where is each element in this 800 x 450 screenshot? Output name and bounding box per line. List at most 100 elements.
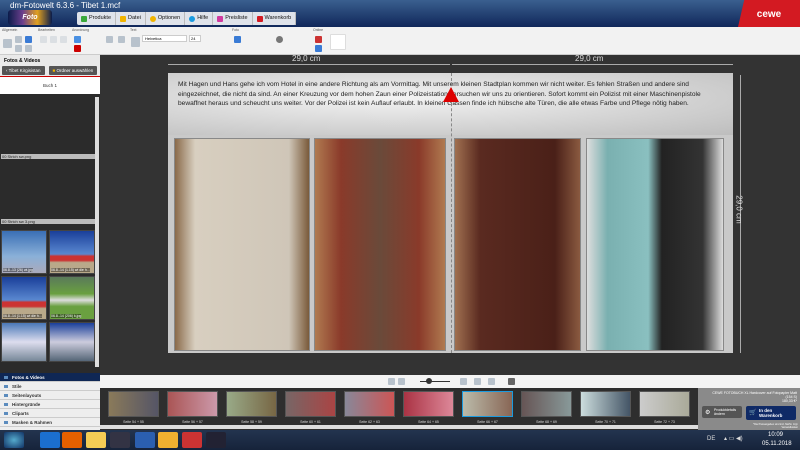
menu-warenkorb[interactable]: Warenkorb <box>253 12 297 25</box>
text-icon[interactable] <box>131 37 140 47</box>
select-icon[interactable] <box>74 36 81 43</box>
left-panel: Fotos & Videos ‹ Tibet Kirgisistan ■ Ord… <box>0 55 100 375</box>
page-thumbnail-label: Seite 54 + 55 <box>123 420 144 424</box>
layout-icon[interactable] <box>3 39 12 48</box>
firefox-icon[interactable] <box>62 432 82 448</box>
add-to-cart-button[interactable]: 🛒 In den Warenkorb <box>746 406 796 420</box>
choose-folder-button[interactable]: ■ Ordner auswählen <box>48 66 98 75</box>
page-thumbnail-label: Seite 62 + 63 <box>359 420 380 424</box>
page-thumbnail[interactable] <box>226 391 277 417</box>
share-icon[interactable] <box>315 45 322 52</box>
file-item[interactable]: 00 Strich sw.png <box>1 154 95 159</box>
cart-label: In den Warenkorb <box>759 408 783 418</box>
nav-seitenlayouts[interactable]: Seitenlayouts <box>0 391 100 400</box>
font-size-select[interactable]: 24 <box>189 35 201 42</box>
page-thumbnail[interactable] <box>580 391 631 417</box>
explorer-icon[interactable] <box>86 432 106 448</box>
online-icon[interactable] <box>315 36 322 43</box>
zoom-slider[interactable] <box>420 381 450 382</box>
nav-stile[interactable]: Stile <box>0 382 100 391</box>
photo-thumb[interactable]: 06.8.-13 (26) wi.jpg <box>1 230 47 274</box>
menu-preisliste[interactable]: Preisliste <box>213 12 253 25</box>
zoom-handle[interactable] <box>426 378 432 384</box>
door-photo-1[interactable] <box>174 138 310 351</box>
ruler-top-left: 29,0 cm <box>292 54 321 63</box>
photo-thumb[interactable]: 06.8.-14 (206) k.jpg <box>49 276 95 320</box>
circle-icon[interactable] <box>276 36 283 43</box>
image-icon[interactable] <box>25 36 32 43</box>
fit-icon[interactable] <box>474 378 481 385</box>
hp-icon[interactable] <box>110 432 130 448</box>
photo-label: 06.8.-13 (26) wi.jpg <box>3 268 33 272</box>
prev-icon[interactable] <box>460 378 467 385</box>
clock-date[interactable]: 05.11.2018 <box>762 441 792 447</box>
menu-produkte[interactable]: Produkte <box>77 12 117 25</box>
filmstrip: Seite 54 + 55 Seite 56 + 57 Seite 58 + 59 S… <box>100 388 698 430</box>
file-item[interactable]: 00 Strich sw 3.png <box>1 219 95 224</box>
photo-thumb[interactable]: 06.8.-14 (1.15) wi die h... <box>1 276 47 320</box>
menu-label: Hilfe <box>197 15 209 21</box>
page-thumbnail-label: Seite 72 + 73 <box>654 420 675 424</box>
photo-thumb[interactable] <box>1 322 47 362</box>
page-thumbnail[interactable] <box>521 391 572 417</box>
door-photo-3[interactable] <box>454 138 581 351</box>
menu-datei[interactable]: Datei <box>116 12 146 25</box>
nav-cliparts[interactable]: Cliparts <box>0 409 100 418</box>
menu-optionen[interactable]: Optionen <box>146 12 186 25</box>
crop-icon[interactable] <box>25 45 32 52</box>
page-thumbnail[interactable] <box>344 391 395 417</box>
start-icon[interactable] <box>4 432 24 448</box>
page-thumbnail[interactable] <box>285 391 336 417</box>
page-thumbnail[interactable] <box>167 391 218 417</box>
next-icon[interactable] <box>488 378 495 385</box>
page-thumbnail[interactable] <box>403 391 454 417</box>
photo-label: 06.8.-14 (1.15) wi die h... <box>51 268 90 272</box>
page-thumbnail-label: Seite 60 + 61 <box>300 420 321 424</box>
tray-icons[interactable]: ▴ ▭ ◀) <box>724 435 743 442</box>
redo-icon[interactable] <box>50 36 57 43</box>
product-details-button[interactable]: ⚙ Produktdetails ändern <box>702 406 742 418</box>
outlook-icon[interactable] <box>158 432 178 448</box>
filmstrip-icon[interactable] <box>508 378 515 385</box>
nav-fotos-videos[interactable]: Fotos & Videos <box>0 373 100 382</box>
app-icon[interactable] <box>206 432 226 448</box>
arrange-front-icon[interactable] <box>106 36 113 43</box>
settings-icon[interactable] <box>15 45 22 52</box>
language-indicator[interactable]: DE <box>707 436 715 442</box>
undo-icon[interactable] <box>40 36 47 43</box>
photo-thumb[interactable]: 06.8.-14 (1.15) wi die h... <box>49 230 95 274</box>
product-name: CEWE FOTOBUCH XL Hardcover auf Fotopapie… <box>712 391 797 395</box>
filmstrip-scrollbar[interactable] <box>100 425 698 429</box>
ruler-top-right: 29,0 cm <box>575 54 604 63</box>
taskbar: DE ▴ ▭ ◀) 10:09 05.11.2018 <box>0 430 800 450</box>
clock-time[interactable]: 10:09 <box>768 432 783 438</box>
toolbar: Allgemein Bearbeiten Anordnung Text Foto… <box>0 27 800 55</box>
page-thumbnail[interactable] <box>108 391 159 417</box>
back-button[interactable]: ‹ Tibet Kirgisistan <box>2 66 45 75</box>
nav-masken-rahmen[interactable]: Masken & Rahmen <box>0 418 100 427</box>
ie-icon[interactable] <box>40 432 60 448</box>
single-view-icon[interactable] <box>388 378 395 385</box>
page-thumbnail[interactable] <box>462 391 513 417</box>
arrange-back-icon[interactable] <box>118 36 125 43</box>
tool-icon[interactable] <box>15 36 22 43</box>
nav-hintergruende[interactable]: Hintergründe <box>0 400 100 409</box>
door-photo-2[interactable] <box>314 138 446 351</box>
book-page[interactable]: Mit Hagen und Hans gehe ich vom Hotel in… <box>168 73 733 353</box>
menu-hilfe[interactable]: Hilfe <box>185 12 214 25</box>
fotowelt-icon[interactable] <box>182 432 202 448</box>
magnet-icon[interactable] <box>74 45 81 52</box>
delete-icon[interactable] <box>60 36 67 43</box>
photo-label: 06.8.-14 (206) k.jpg <box>51 314 82 318</box>
warning-icon[interactable] <box>443 87 459 102</box>
page-thumbnail[interactable] <box>639 391 690 417</box>
grid-view-icon[interactable] <box>398 378 405 385</box>
scrollbar[interactable] <box>95 97 99 367</box>
word-icon[interactable] <box>135 432 155 448</box>
photo-icon[interactable] <box>234 36 241 43</box>
diamond-icon[interactable] <box>330 34 346 50</box>
font-select[interactable]: Helvetica <box>142 35 187 42</box>
door-photo-4[interactable] <box>586 138 724 351</box>
home-icon <box>81 15 87 22</box>
photo-thumb[interactable] <box>49 322 95 362</box>
